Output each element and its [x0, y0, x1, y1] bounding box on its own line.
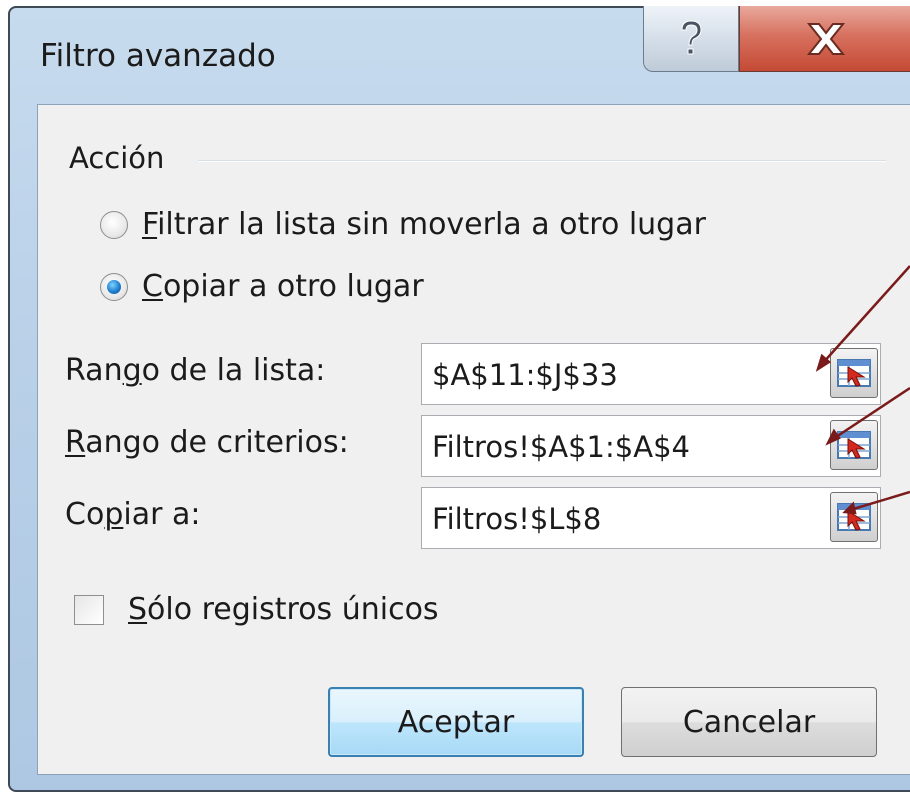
list-range-label: Rango de la lista:: [65, 353, 326, 388]
radio-label: Filtrar la lista sin moverla a otro luga…: [142, 207, 706, 242]
dialog-frame: Filtro avanzado Acción Filtrar la lista …: [8, 6, 910, 792]
dialog-body: Acción Filtrar la lista sin moverla a ot…: [37, 104, 910, 775]
list-range-input[interactable]: $A$11:$J$33: [421, 343, 881, 405]
criteria-range-ref-button[interactable]: [830, 420, 878, 470]
dialog-title: Filtro avanzado: [40, 38, 276, 74]
group-label-accion: Acción: [69, 141, 165, 175]
close-x-icon: [806, 22, 846, 55]
help-button[interactable]: [643, 6, 739, 72]
radio-option-copy-to[interactable]: Copiar a otro lugar: [100, 269, 424, 304]
unique-records-checkbox[interactable]: [74, 595, 104, 625]
radio-label: Copiar a otro lugar: [142, 269, 424, 304]
copy-to-input[interactable]: Filtros!$L$8: [421, 487, 881, 549]
copy-to-value: Filtros!$L$8: [432, 502, 602, 536]
criteria-range-input[interactable]: Filtros!$A$1:$A$4: [421, 415, 881, 477]
unique-records-label: Sólo registros únicos: [128, 592, 439, 627]
group-divider: [198, 160, 886, 162]
close-button[interactable]: [739, 6, 910, 72]
list-range-ref-button[interactable]: [830, 348, 878, 398]
criteria-range-label: Rango de criterios:: [65, 425, 349, 460]
collapse-dialog-icon: [837, 431, 871, 459]
cancel-button[interactable]: Cancelar: [621, 687, 877, 757]
collapse-dialog-icon: [837, 503, 871, 531]
question-mark-icon: [681, 19, 702, 54]
copy-to-label: Copiar a:: [65, 497, 201, 532]
list-range-value: $A$11:$J$33: [432, 358, 618, 392]
collapse-dialog-icon: [837, 359, 871, 387]
copy-to-ref-button[interactable]: [830, 492, 878, 542]
radio-option-filter-in-place[interactable]: Filtrar la lista sin moverla a otro luga…: [100, 207, 706, 242]
radio-button-checked[interactable]: [100, 272, 128, 301]
accept-button[interactable]: Aceptar: [328, 687, 584, 757]
criteria-range-value: Filtros!$A$1:$A$4: [432, 430, 690, 464]
radio-button[interactable]: [100, 210, 128, 239]
